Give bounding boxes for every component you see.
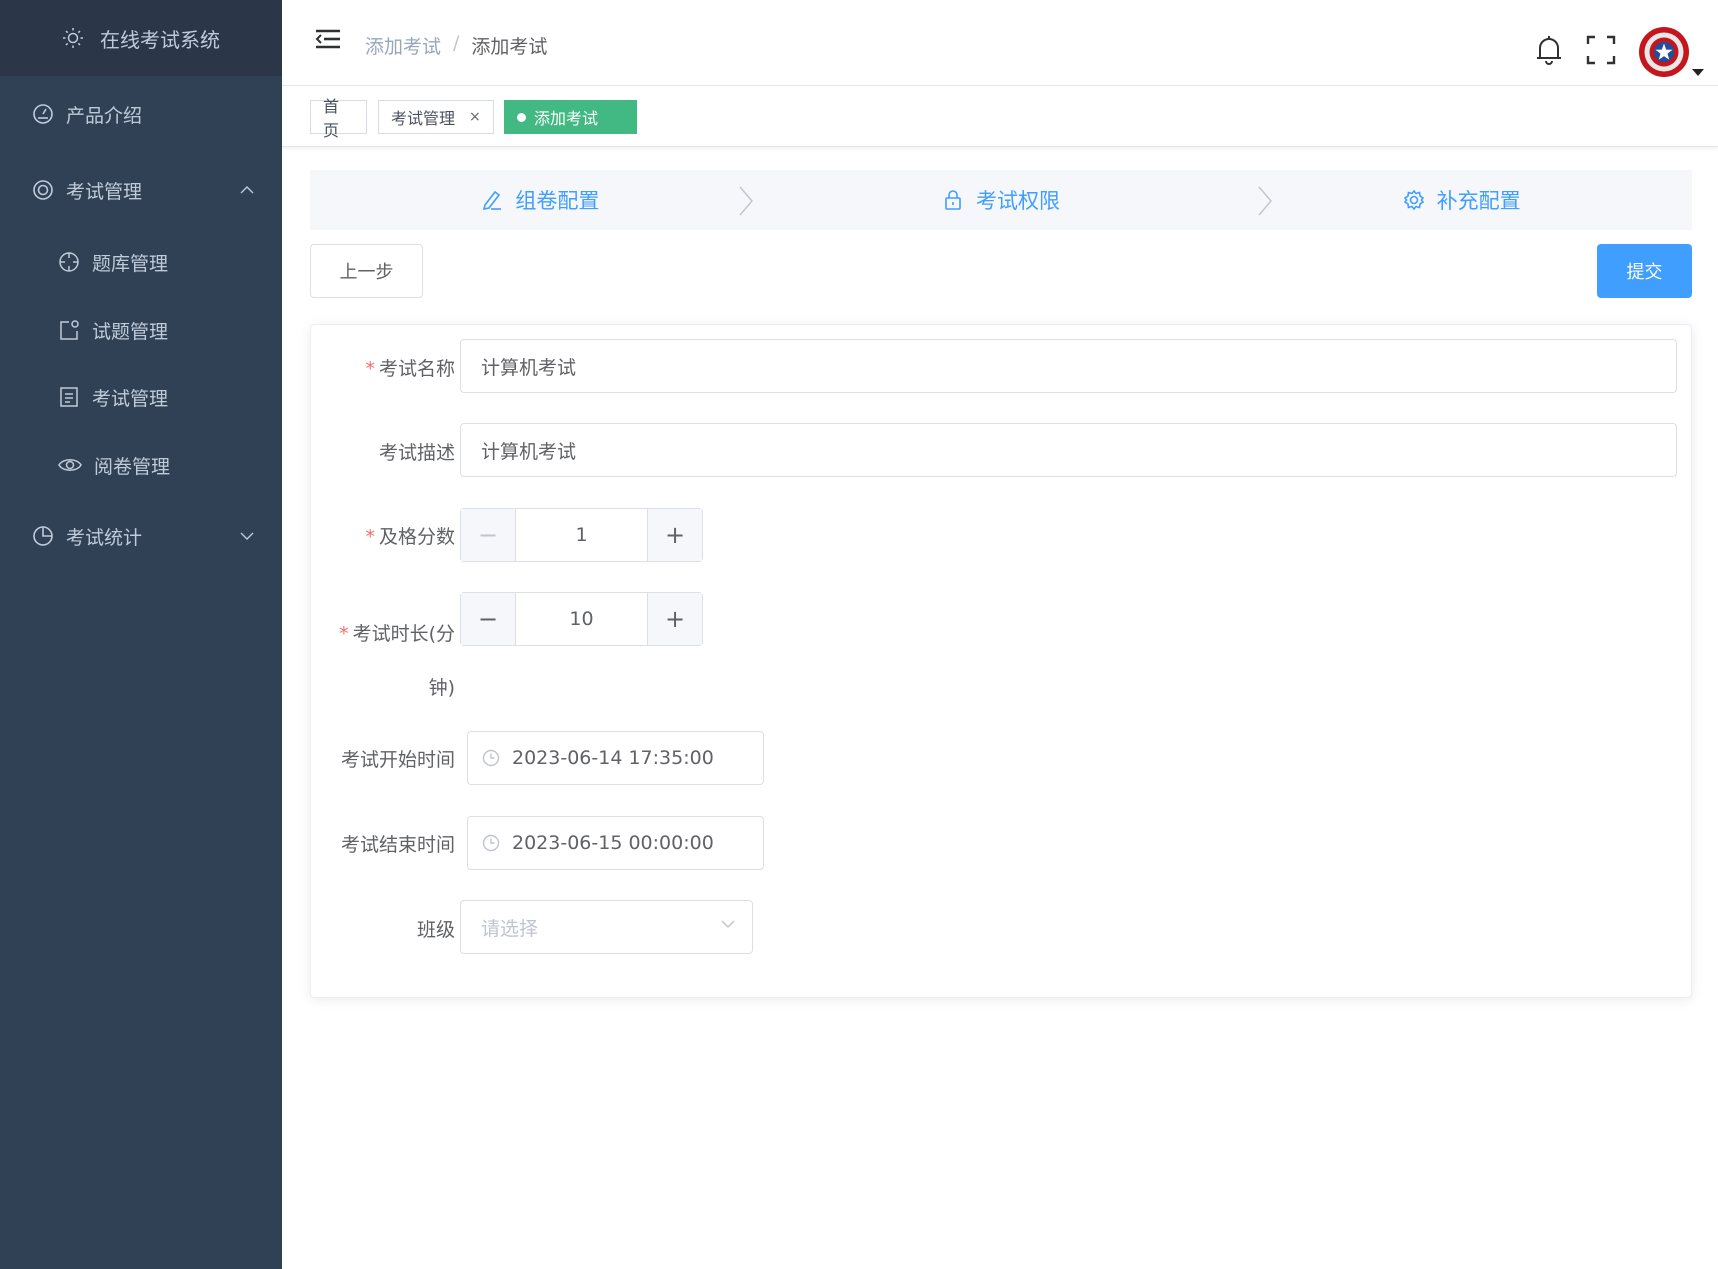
- close-icon[interactable]: ×: [469, 109, 481, 125]
- decrease-button[interactable]: −: [461, 509, 516, 561]
- app-title: 在线考试系统: [100, 27, 220, 52]
- sidebar-item-label: 阅卷管理: [94, 455, 171, 478]
- chevron-right-icon: [738, 186, 754, 220]
- edit-pen-icon: [481, 189, 503, 211]
- eye-icon: [58, 454, 82, 476]
- crosshair-icon: [58, 251, 80, 273]
- close-icon[interactable]: ×: [612, 109, 624, 125]
- chevron-down-icon: [720, 918, 736, 930]
- class-placeholder: 请选择: [481, 917, 539, 940]
- clock-icon: [482, 749, 500, 767]
- pass-score-label: * 及格分数: [365, 522, 455, 549]
- exam-desc-input[interactable]: 计算机考试: [460, 423, 1677, 477]
- sidebar-item-questions[interactable]: 试题管理: [0, 300, 282, 360]
- step-label: 考试权限: [976, 189, 1060, 213]
- submit-button[interactable]: 提交: [1597, 244, 1692, 298]
- sidebar-item-product-intro[interactable]: 产品介绍: [0, 84, 282, 144]
- tag-label: 考试管理: [391, 109, 456, 128]
- menu-toggle-icon[interactable]: [315, 28, 341, 50]
- step-paper-config[interactable]: 组卷配置: [310, 170, 771, 230]
- main-area: 添加考试 / 添加考试 首页 考试管理 × 添加考试 × 组卷配置 考试权限 补…: [282, 0, 1718, 1269]
- required-mark: *: [365, 358, 375, 380]
- increase-button[interactable]: +: [647, 509, 702, 561]
- step-extra-config[interactable]: 补充配置: [1231, 170, 1692, 230]
- end-time-label: 考试结束时间: [340, 834, 455, 856]
- exam-form-card: * 考试名称 计算机考试 考试描述 计算机考试 * 及格分数 − 1 + * 考试时长…: [310, 324, 1692, 998]
- label-text: 及格分数: [378, 526, 455, 548]
- prev-step-button[interactable]: 上一步: [310, 244, 423, 298]
- sidebar-item-label: 试题管理: [92, 320, 169, 343]
- lock-icon: [942, 189, 964, 211]
- sidebar-item-label: 考试管理: [66, 180, 143, 203]
- duration-value[interactable]: 10: [516, 593, 647, 645]
- steps-bar: 组卷配置 考试权限 补充配置: [310, 170, 1692, 230]
- step-label: 补充配置: [1436, 189, 1521, 213]
- start-time-value: 2023-06-14 17:35:00: [512, 747, 714, 769]
- step-label: 组卷配置: [515, 189, 600, 213]
- header-actions: [1534, 26, 1704, 78]
- sidebar-item-exam-stats[interactable]: 考试统计: [0, 506, 282, 566]
- sidebar-item-label: 考试管理: [92, 387, 169, 410]
- tag-add-exam[interactable]: 添加考试 ×: [504, 100, 637, 134]
- document-icon: [58, 386, 80, 408]
- sidebar-item-label: 题库管理: [92, 252, 169, 275]
- class-select[interactable]: 请选择: [460, 900, 753, 954]
- duration-stepper: − 10 +: [460, 592, 703, 646]
- start-time-label: 考试开始时间: [340, 749, 455, 771]
- tag-exam-management[interactable]: 考试管理 ×: [378, 100, 494, 134]
- bell-icon[interactable]: [1534, 34, 1564, 70]
- sidebar-item-exams[interactable]: 考试管理: [0, 367, 282, 427]
- caret-down-icon: [1692, 69, 1704, 76]
- dashboard-icon: [32, 103, 54, 125]
- sidebar-item-question-bank[interactable]: 题库管理: [0, 232, 282, 292]
- exam-desc-label: 考试描述: [378, 442, 455, 464]
- topbar: 添加考试 / 添加考试: [282, 0, 1718, 86]
- label-text: 考试时长(分: [352, 623, 455, 645]
- sidebar-item-label: 产品介绍: [66, 104, 143, 127]
- required-mark: *: [365, 526, 375, 548]
- edit-square-icon: [58, 319, 80, 341]
- clock-icon: [482, 834, 500, 852]
- fullscreen-icon[interactable]: [1586, 35, 1616, 69]
- sidebar-item-label: 考试统计: [66, 526, 143, 549]
- sidebar: 在线考试系统 产品介绍 考试管理 题库管理 试题管理 考试管理 阅卷管理 考试统…: [0, 0, 282, 1269]
- chevron-right-icon: [1257, 186, 1273, 220]
- class-label: 班级: [416, 919, 455, 941]
- active-dot-icon: [517, 112, 526, 122]
- exam-name-label: * 考试名称: [365, 354, 455, 381]
- chevron-down-icon: [240, 531, 254, 541]
- tags-view: 首页 考试管理 × 添加考试 ×: [282, 87, 1718, 147]
- pie-chart-icon: [32, 525, 54, 547]
- start-time-picker[interactable]: 2023-06-14 17:35:00: [467, 731, 764, 785]
- pass-score-stepper: − 1 +: [460, 508, 703, 562]
- breadcrumb-current: 添加考试: [471, 36, 548, 58]
- app-logo-bar[interactable]: 在线考试系统: [0, 0, 282, 76]
- required-mark: *: [339, 623, 349, 645]
- chevron-up-icon: [240, 185, 254, 195]
- tag-label: 添加考试: [534, 109, 599, 128]
- duration-label: * 考试时长(分 钟): [339, 607, 455, 715]
- avatar[interactable]: [1638, 26, 1704, 78]
- label-text: 考试名称: [378, 358, 455, 380]
- breadcrumb-separator: /: [453, 32, 460, 54]
- sun-icon: [62, 27, 84, 49]
- decrease-button[interactable]: −: [461, 593, 516, 645]
- exam-name-input[interactable]: 计算机考试: [460, 339, 1677, 393]
- tag-label: 首页: [323, 97, 340, 140]
- end-time-picker[interactable]: 2023-06-15 00:00:00: [467, 816, 764, 870]
- tag-home[interactable]: 首页: [310, 97, 367, 140]
- pass-score-value[interactable]: 1: [516, 509, 647, 561]
- increase-button[interactable]: +: [647, 593, 702, 645]
- step-exam-permission[interactable]: 考试权限: [771, 170, 1232, 230]
- label-text: 钟): [428, 677, 455, 699]
- gear-icon: [1403, 189, 1425, 211]
- lifebuoy-icon: [32, 179, 54, 201]
- breadcrumb-item[interactable]: 添加考试: [365, 32, 441, 59]
- breadcrumb: 添加考试 / 添加考试: [365, 32, 547, 59]
- sidebar-item-exam-management-group[interactable]: 考试管理: [0, 160, 282, 220]
- sidebar-item-grading[interactable]: 阅卷管理: [0, 435, 282, 495]
- end-time-value: 2023-06-15 00:00:00: [512, 832, 714, 854]
